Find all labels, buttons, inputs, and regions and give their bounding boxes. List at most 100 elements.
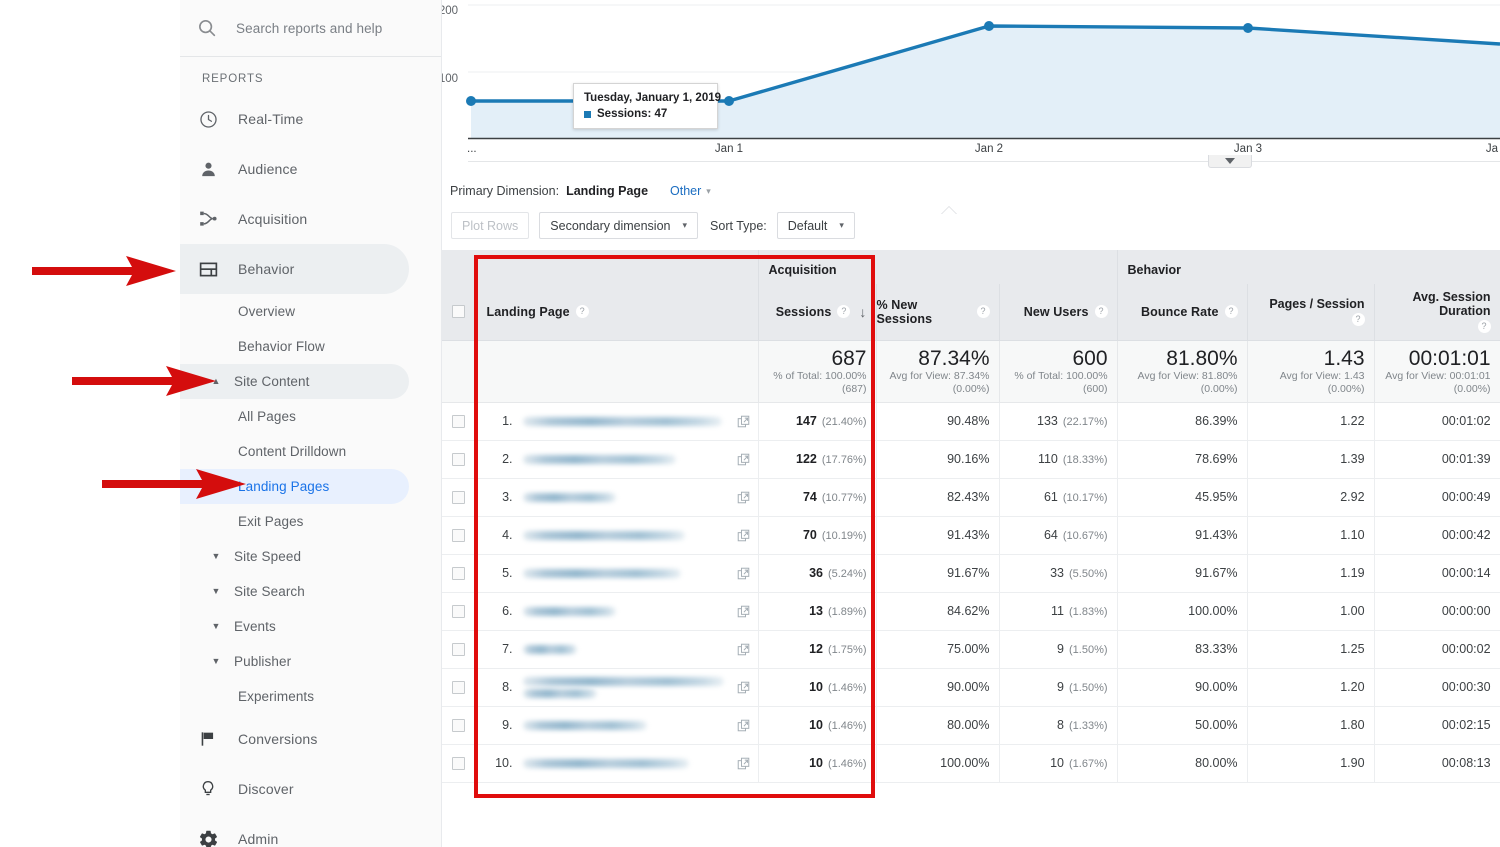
open-in-new-window-icon[interactable] [737,681,750,694]
row-checkbox[interactable] [451,642,465,656]
sort-descending-icon[interactable]: ↓ [859,304,866,320]
row-checkbox[interactable] [451,452,465,466]
cell-landing-page[interactable]: 4. [475,516,759,555]
row-select-cell[interactable] [442,478,476,517]
sidebar-item-site-search[interactable]: ▼ Site Search [180,574,409,609]
primary-dimension-other-link[interactable]: Other [670,184,701,198]
cell-landing-page[interactable]: 5. [475,554,759,593]
secondary-dimension-dropdown[interactable]: Secondary dimension ▾ [539,212,699,239]
search-reports-row[interactable]: Search reports and help [180,0,441,56]
chevron-down-icon[interactable]: ▾ [706,186,711,197]
cell-landing-page[interactable]: 1. [475,402,759,441]
totals-value: 687 [831,346,867,370]
row-select-cell[interactable] [442,668,476,707]
open-in-new-window-icon[interactable] [737,453,750,466]
sort-type-dropdown[interactable]: Default ▾ [776,212,855,239]
sessions-value: 12 [809,642,823,656]
column-header-sessions[interactable]: Sessions ? ↓ [758,284,877,341]
row-checkbox[interactable] [451,528,465,542]
table-row[interactable]: 3. 74 (10.77%) 82.43% 61 (10.17%) 45.95% 2.92 00… [442,478,1500,517]
column-header-new-users[interactable]: New Users ? [999,284,1118,341]
sidebar-item-behavior-flow[interactable]: Behavior Flow [180,329,409,364]
sidebar-subitem-label: Experiments [238,689,315,704]
sidebar-item-content-drilldown[interactable]: Content Drilldown [180,434,409,469]
row-checkbox[interactable] [451,718,465,732]
select-all-cell[interactable] [442,284,476,341]
sidebar-item-all-pages[interactable]: All Pages [180,399,409,434]
sidebar-item-publisher[interactable]: ▼ Publisher [180,644,409,679]
column-header-pages-session[interactable]: Pages / Session ? [1247,284,1375,341]
plot-rows-button[interactable]: Plot Rows [451,212,530,239]
cell-sessions: 74 (10.77%) [758,478,877,517]
row-select-cell[interactable] [442,592,476,631]
sidebar-item-conversions[interactable]: Conversions [180,714,409,764]
cell-landing-page[interactable]: 6. [475,592,759,631]
column-header-landing-page[interactable]: Landing Page ? [475,284,759,341]
sidebar-item-acquisition[interactable]: Acquisition [180,194,409,244]
row-checkbox[interactable] [451,490,465,504]
row-checkbox[interactable] [451,604,465,618]
sidebar-item-exit-pages[interactable]: Exit Pages [180,504,409,539]
help-icon[interactable]: ? [1224,305,1238,319]
row-select-cell[interactable] [442,554,476,593]
row-select-cell[interactable] [442,706,476,745]
sidebar-item-real-time[interactable]: Real-Time [180,94,409,144]
help-icon[interactable]: ? [1477,320,1491,334]
row-checkbox[interactable] [451,680,465,694]
row-checkbox[interactable] [451,414,465,428]
help-icon[interactable]: ? [1351,313,1365,327]
cell-landing-page[interactable]: 9. [475,706,759,745]
column-header-bounce-rate[interactable]: Bounce Rate ? [1117,284,1248,341]
open-in-new-window-icon[interactable] [737,643,750,656]
search-input-placeholder[interactable]: Search reports and help [236,21,382,36]
table-row[interactable]: 1. 147 (21.40%) 90.48% 133 (22.17%) 86.39% 1.22… [442,402,1500,441]
table-row[interactable]: 2. 122 (17.76%) 90.16% 110 (18.33%) 78.69% 1.39… [442,440,1500,479]
row-select-cell[interactable] [442,744,476,783]
row-checkbox[interactable] [451,566,465,580]
select-all-checkbox[interactable] [451,305,465,319]
cell-pct-new-sessions: 91.67% [876,554,1000,593]
open-in-new-window-icon[interactable] [737,605,750,618]
cell-landing-page[interactable]: 10. [475,744,759,783]
table-row[interactable]: 9. 10 (1.46%) 80.00% 8 (1.33%) 50.00% 1.80 00:02… [442,706,1500,745]
open-in-new-window-icon[interactable] [737,415,750,428]
primary-dimension-value[interactable]: Landing Page [566,184,648,198]
row-select-cell[interactable] [442,516,476,555]
row-checkbox[interactable] [451,756,465,770]
new-users-percent: (18.33%) [1062,454,1108,466]
sidebar-item-behavior[interactable]: Behavior [180,244,409,294]
table-row[interactable]: 4. 70 (10.19%) 91.43% 64 (10.67%) 91.43% 1.10 00… [442,516,1500,555]
sidebar-item-admin[interactable]: Admin [180,814,409,847]
table-row[interactable]: 6. 13 (1.89%) 84.62% 11 (1.83%) 100.00% 1.00 00:… [442,592,1500,631]
sidebar-item-audience[interactable]: Audience [180,144,409,194]
chart-collapse-handle[interactable] [1208,155,1252,168]
table-row[interactable]: 7. 12 (1.75%) 75.00% 9 (1.50%) 83.33% 1.25 00:00… [442,630,1500,669]
open-in-new-window-icon[interactable] [737,567,750,580]
cell-landing-page[interactable]: 7. [475,630,759,669]
sidebar-item-site-speed[interactable]: ▼ Site Speed [180,539,409,574]
help-icon[interactable]: ? [837,305,851,319]
sidebar-item-overview[interactable]: Overview [180,294,409,329]
open-in-new-window-icon[interactable] [737,529,750,542]
column-header-pct-new-sessions[interactable]: % New Sessions ? [876,284,1000,341]
table-row[interactable]: 10. 10 (1.46%) 100.00% 10 (1.67%) 80.00% 1.90 00… [442,744,1500,783]
help-icon[interactable]: ? [575,305,589,319]
row-select-cell[interactable] [442,440,476,479]
row-select-cell[interactable] [442,402,476,441]
cell-landing-page[interactable]: 3. [475,478,759,517]
help-icon[interactable]: ? [976,305,990,319]
sidebar-item-events[interactable]: ▼ Events [180,609,409,644]
open-in-new-window-icon[interactable] [737,719,750,732]
table-row[interactable]: 5. 36 (5.24%) 91.67% 33 (5.50%) 91.67% 1.19 00:0… [442,554,1500,593]
cell-landing-page[interactable]: 2. [475,440,759,479]
row-select-cell[interactable] [442,630,476,669]
cell-pct-new-sessions: 90.00% [876,668,1000,707]
open-in-new-window-icon[interactable] [737,491,750,504]
column-header-avg-session-duration[interactable]: Avg. Session Duration ? [1374,284,1500,341]
help-icon[interactable]: ? [1094,305,1108,319]
sidebar-item-discover[interactable]: Discover [180,764,409,814]
open-in-new-window-icon[interactable] [737,757,750,770]
table-row[interactable]: 8. 10 (1.46%) 90.00% 9 (1.50%) 90.00% 1.20 00:00… [442,668,1500,707]
sidebar-item-experiments[interactable]: Experiments [180,679,409,714]
cell-landing-page[interactable]: 8. [475,668,759,707]
